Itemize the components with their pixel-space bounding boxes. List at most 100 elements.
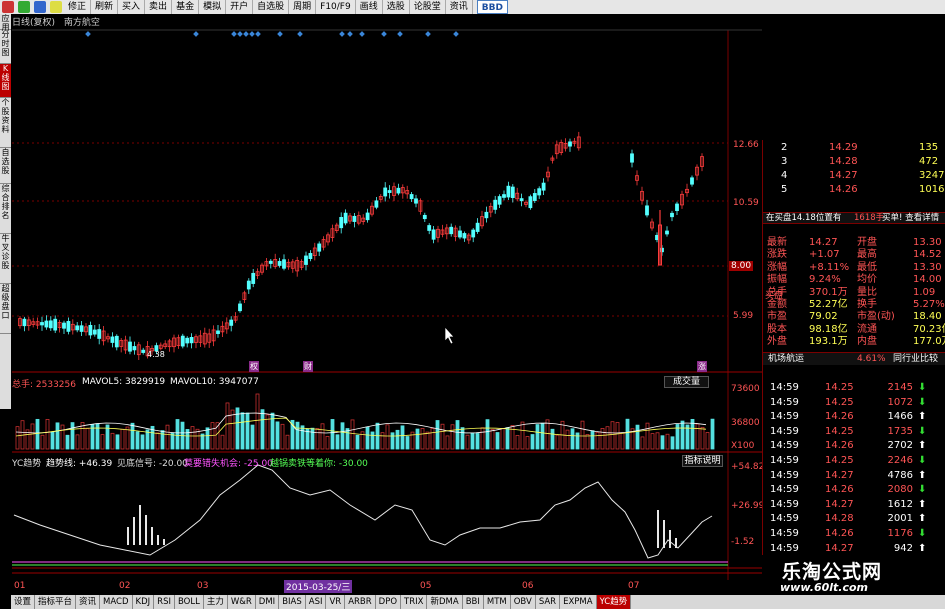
candle-body xyxy=(317,243,322,252)
volume-bar xyxy=(490,429,495,450)
volume-bar xyxy=(425,431,430,450)
info-marker xyxy=(453,31,459,37)
indicator-tab[interactable]: MTM xyxy=(484,595,511,609)
volume-bar xyxy=(165,424,170,450)
indicator-tab[interactable]: 新DMA xyxy=(427,595,463,609)
volume-bar xyxy=(325,435,330,450)
candle-body xyxy=(141,349,146,353)
candle-body xyxy=(541,182,546,191)
volume-bar xyxy=(30,423,35,450)
quote-row: 外盘193.1万内盘177.0万 xyxy=(767,336,945,348)
big-order-alert[interactable]: 在买盘14.18位置有 1618手 买单! 查看详情 xyxy=(763,212,945,224)
volume-ma10: MAVOL10: 3947077 xyxy=(170,377,259,387)
event-marker-rights[interactable]: 权 xyxy=(249,361,259,372)
volume-bar xyxy=(135,431,140,450)
tick-row: 14:59 14.26 2080 ⬇ xyxy=(770,484,927,496)
volume-bar xyxy=(45,419,50,450)
quote-row: 涨跌 +1.07 最高 14.52 xyxy=(767,249,942,261)
indicator-tab[interactable]: 主力 xyxy=(204,595,228,609)
candle-body xyxy=(282,259,286,269)
price-axis-tick: 10.59 xyxy=(733,198,759,208)
volume-bar xyxy=(685,424,690,450)
volume-bar xyxy=(475,433,480,450)
indicator-tab[interactable]: RSI xyxy=(154,595,175,609)
indicator-tab[interactable]: ASI xyxy=(306,595,327,609)
x-axis-date-highlight: 2015-03-25/三 xyxy=(284,580,353,593)
candle-body xyxy=(422,214,427,220)
info-marker xyxy=(231,31,237,37)
candle-body xyxy=(497,196,502,205)
indicator-tab[interactable]: 资讯 xyxy=(76,595,101,609)
indicator-tab[interactable]: BBI xyxy=(463,595,484,609)
candle-body xyxy=(675,203,679,212)
volume-bar xyxy=(610,421,615,450)
candle-body xyxy=(343,212,348,224)
volume-bar xyxy=(540,423,545,450)
volume-bar xyxy=(635,424,640,450)
volume-bar xyxy=(240,412,245,450)
candle-body xyxy=(670,212,674,218)
event-marker-limitup[interactable]: 涨 xyxy=(697,361,707,372)
candle-body xyxy=(114,335,119,348)
candle-body xyxy=(189,337,194,344)
volume-bar xyxy=(505,427,510,450)
indicator-help-button[interactable]: 指标说明 xyxy=(682,455,723,467)
volume-bar xyxy=(250,424,255,450)
indicator-tab[interactable]: 指标平台 xyxy=(35,595,77,609)
volume-bar xyxy=(690,418,695,450)
yc-trend-indicator xyxy=(12,464,728,566)
event-marker-finance[interactable]: 财 xyxy=(303,361,313,372)
volume-bar xyxy=(265,414,270,450)
info-marker xyxy=(237,31,243,37)
volume-bar xyxy=(615,422,620,450)
volume-bar xyxy=(310,427,315,450)
arrow-up-icon: ⬆ xyxy=(918,411,927,423)
indicator-tab[interactable]: W&R xyxy=(228,595,256,609)
indicator-tab[interactable]: DPO xyxy=(376,595,402,609)
volume-dropdown[interactable]: 成交量 xyxy=(664,376,709,388)
arrow-down-icon: ⬇ xyxy=(918,382,927,393)
quote-row: 振幅 9.24% 均价 14.00 xyxy=(767,274,942,286)
x-axis-month: 05 xyxy=(420,581,432,591)
price-axis-tick: 12.66 xyxy=(733,140,759,150)
info-marker xyxy=(347,31,353,37)
volume-bar xyxy=(160,430,165,450)
indicator-tab[interactable]: ARBR xyxy=(345,595,376,609)
candle-body xyxy=(387,190,392,193)
volume-total: 总手: 2533256 xyxy=(12,380,76,390)
volume-bar xyxy=(565,429,570,450)
volume-bar xyxy=(620,432,625,450)
x-axis-month: 02 xyxy=(119,581,131,591)
volume-bar xyxy=(430,427,435,450)
candle-body xyxy=(308,253,313,260)
indicator-axis-tick: +26.99 xyxy=(731,501,765,511)
indicator-tab[interactable]: OBV xyxy=(511,595,536,609)
indicator-tab[interactable]: BIAS xyxy=(279,595,306,609)
info-marker xyxy=(249,31,255,37)
indicator-tab[interactable]: VR xyxy=(326,595,346,609)
indicator-tab[interactable]: BOLL xyxy=(175,595,204,609)
arrow-up-icon: ⬆ xyxy=(918,542,927,554)
volume-bar xyxy=(95,423,100,450)
candle-body xyxy=(48,320,53,329)
volume-bar xyxy=(520,421,525,450)
indicator-tab[interactable]: MACD xyxy=(100,595,133,609)
indicator-tab[interactable]: KDJ xyxy=(133,595,155,609)
candle-body xyxy=(277,261,282,266)
volume-bar xyxy=(545,419,550,450)
indicator-tab[interactable]: EXPMA xyxy=(560,595,597,609)
candle-body xyxy=(365,212,370,221)
volume-bar xyxy=(120,428,125,450)
indicator-tab[interactable]: 设置 xyxy=(11,595,36,609)
x-axis-month: 07 xyxy=(628,581,640,591)
industry-row[interactable]: 机场航运 4.61% 同行业比较 xyxy=(763,352,945,365)
volume-bar xyxy=(575,432,580,450)
volume-bar xyxy=(260,409,265,450)
indicator-tab[interactable]: SAR xyxy=(536,595,561,609)
volume-axis-unit: X100 xyxy=(731,441,755,451)
indicator-tab[interactable]: TRIX xyxy=(401,595,428,609)
volume-bar xyxy=(440,423,445,450)
indicator-tab[interactable]: DMI xyxy=(256,595,280,609)
indicator-tab[interactable]: YC趋势 xyxy=(596,595,632,609)
quote-row: 涨幅 +8.11% 最低 13.30 xyxy=(767,261,942,273)
